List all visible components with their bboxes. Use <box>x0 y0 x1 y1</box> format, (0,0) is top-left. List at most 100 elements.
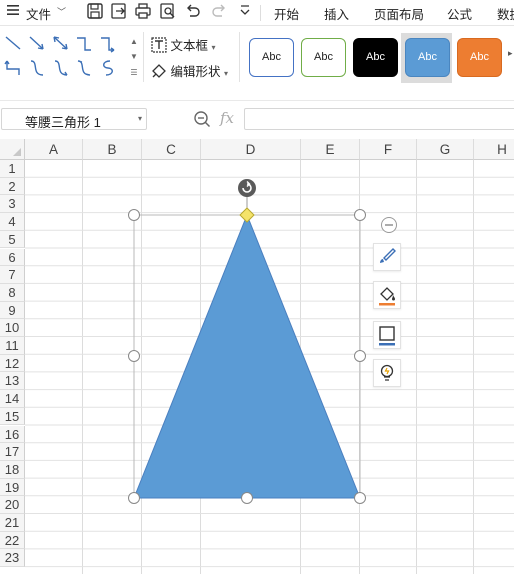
gallery-scroll-up-icon[interactable]: ▲ <box>129 35 139 49</box>
row-header[interactable]: 22 <box>0 531 25 550</box>
column-header[interactable]: C <box>142 139 201 160</box>
row-header[interactable]: 13 <box>0 372 25 391</box>
row-header[interactable]: 12 <box>0 354 25 373</box>
row-header[interactable]: 15 <box>0 407 25 426</box>
smart-suggestion-quick-button[interactable] <box>373 359 401 387</box>
collapse-icon[interactable] <box>380 216 398 237</box>
ribbon-divider <box>239 32 240 82</box>
print-icon[interactable] <box>134 2 154 22</box>
styles-more-icon[interactable]: ▸ <box>508 48 513 59</box>
resize-handle[interactable] <box>241 492 253 504</box>
row-header[interactable]: 5 <box>0 230 25 249</box>
row-header[interactable]: 20 <box>0 496 25 514</box>
file-menu[interactable]: 文件 <box>26 4 51 23</box>
edit-shape-button[interactable]: 编辑形状 ▾ <box>151 61 228 81</box>
brush-icon <box>380 248 396 263</box>
undo-icon[interactable] <box>184 2 204 22</box>
resize-handle[interactable] <box>354 350 366 362</box>
shape-outline-quick-button[interactable] <box>373 321 401 349</box>
shape-style-quick-button[interactable] <box>373 243 401 271</box>
row-header[interactable]: 23 <box>0 549 25 568</box>
zoom-icon[interactable] <box>193 110 211 131</box>
curved-connector-icon[interactable] <box>27 58 47 78</box>
shape-style-4[interactable]: Abc <box>405 38 450 77</box>
shape-fill-quick-button[interactable] <box>373 281 401 309</box>
row-header[interactable]: 14 <box>0 390 25 408</box>
text-box-dropdown-icon[interactable]: ▾ <box>211 43 215 52</box>
function-label[interactable]: fx <box>220 109 234 127</box>
row-header[interactable]: 6 <box>0 248 25 267</box>
ribbon-divider <box>143 32 144 82</box>
resize-handle[interactable] <box>128 492 140 504</box>
column-header[interactable]: H <box>474 139 514 160</box>
shape-style-2[interactable]: Abc <box>301 38 346 77</box>
row-header[interactable]: 10 <box>0 319 25 337</box>
more-icon[interactable] <box>238 4 258 24</box>
name-box-value: 等腰三角形 1 <box>25 115 101 130</box>
resize-handle[interactable] <box>128 350 140 362</box>
row-header[interactable]: 19 <box>0 478 25 497</box>
row-header[interactable]: 7 <box>0 266 25 284</box>
row-header[interactable]: 3 <box>0 195 25 214</box>
menu-divider <box>260 5 261 21</box>
gallery-expand-icon[interactable]: ☰ <box>129 66 139 80</box>
elbow-arrow-connector-icon[interactable] <box>98 34 118 54</box>
edit-shape-icon <box>152 64 166 78</box>
column-header[interactable]: G <box>417 139 474 160</box>
arrow-shape-icon[interactable] <box>27 34 47 54</box>
menu-icon[interactable] <box>6 3 20 20</box>
elbow-double-arrow-icon[interactable] <box>3 58 23 78</box>
shape-style-3[interactable]: Abc <box>353 38 398 77</box>
resize-handle[interactable] <box>354 492 366 504</box>
formula-bar: 等腰三角形 1 ▾ fx <box>0 100 514 134</box>
shape-style-5[interactable]: Abc <box>457 38 502 77</box>
tab-insert[interactable]: 插入 <box>324 4 349 23</box>
column-header[interactable]: A <box>25 139 83 160</box>
menu-bar: 文件 ﹀ 开始 插入 页面布局 公式 数据 <box>0 0 514 26</box>
fill-bucket-icon <box>379 287 395 306</box>
text-box-button[interactable]: 文本框 ▾ <box>151 35 216 55</box>
curved-double-arrow-icon[interactable] <box>74 58 94 78</box>
lightbulb-icon <box>380 364 394 381</box>
tab-formulas[interactable]: 公式 <box>447 4 472 23</box>
column-header[interactable]: D <box>201 139 301 160</box>
tab-home[interactable]: 开始 <box>274 4 299 23</box>
row-header[interactable]: 21 <box>0 514 25 532</box>
text-box-label: 文本框 <box>170 39 208 53</box>
resize-handle[interactable] <box>128 209 140 221</box>
row-header[interactable]: 1 <box>0 160 25 178</box>
rotate-handle-icon[interactable] <box>238 179 256 197</box>
column-header[interactable]: B <box>83 139 142 160</box>
ribbon: ▲ ▼ ☰ 文本框 ▾ 编辑形状 ▾ Abc Abc Abc Abc Abc ▸ <box>0 26 514 88</box>
row-header[interactable]: 18 <box>0 460 25 479</box>
save-icon[interactable] <box>86 2 106 22</box>
shape-style-1[interactable]: Abc <box>249 38 294 77</box>
double-arrow-shape-icon[interactable] <box>51 34 71 54</box>
row-header[interactable]: 4 <box>0 213 25 231</box>
row-header[interactable]: 11 <box>0 337 25 355</box>
export-icon[interactable] <box>110 2 130 22</box>
file-dropdown-chevron-icon[interactable]: ﹀ <box>57 5 66 18</box>
row-header[interactable]: 17 <box>0 443 25 461</box>
row-header[interactable]: 8 <box>0 283 25 302</box>
name-box-dropdown-icon[interactable]: ▾ <box>138 114 142 123</box>
name-box[interactable]: 等腰三角形 1 ▾ <box>1 108 147 130</box>
tab-data[interactable]: 数据 <box>497 4 514 23</box>
line-shape-icon[interactable] <box>3 34 23 54</box>
gallery-scroll-down-icon[interactable]: ▼ <box>129 50 139 64</box>
curved-arrow-connector-icon[interactable] <box>51 58 71 78</box>
edit-shape-dropdown-icon[interactable]: ▾ <box>224 69 228 78</box>
row-header[interactable]: 16 <box>0 425 25 444</box>
row-header[interactable]: 2 <box>0 177 25 196</box>
row-header[interactable]: 9 <box>0 301 25 320</box>
formula-input[interactable] <box>244 108 514 130</box>
redo-icon[interactable] <box>210 2 230 22</box>
select-all-corner[interactable] <box>0 139 25 160</box>
freeform-curve-icon[interactable] <box>98 58 118 78</box>
column-header[interactable]: E <box>301 139 360 160</box>
column-header[interactable]: F <box>360 139 417 160</box>
resize-handle[interactable] <box>354 209 366 221</box>
print-preview-icon[interactable] <box>159 2 179 22</box>
elbow-connector-icon[interactable] <box>74 34 94 54</box>
tab-page-layout[interactable]: 页面布局 <box>374 4 424 23</box>
